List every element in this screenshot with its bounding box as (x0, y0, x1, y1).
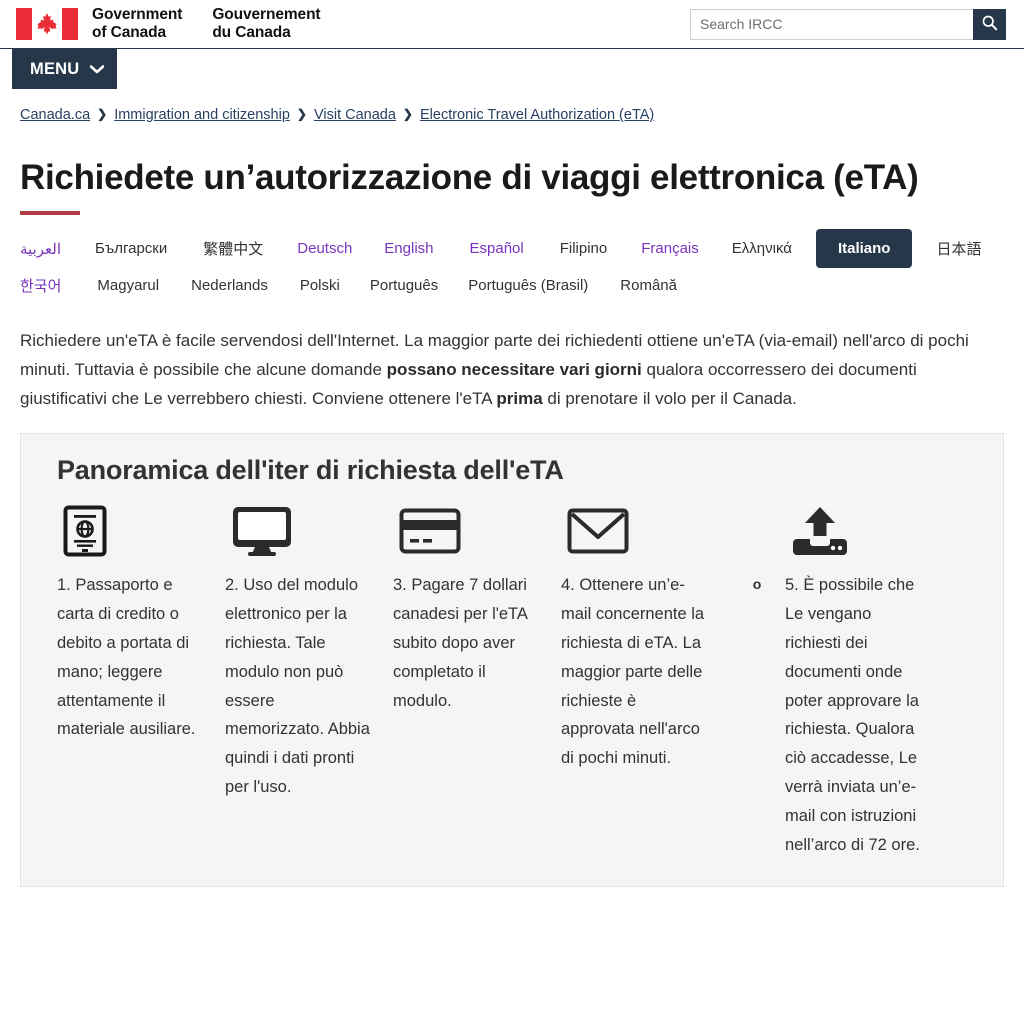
title-underline-rule (20, 211, 80, 215)
eta-process-overview-panel: Panoramica dell'iter di richiesta dell'e… (20, 432, 1004, 887)
monitor-icon (225, 498, 393, 564)
language-selector: العربية Български 繁體中文 Deutsch English Españo… (20, 229, 1024, 302)
overview-title: Panoramica dell'iter di richiesta dell'e… (57, 454, 564, 485)
breadcrumb-item-canada-ca[interactable]: Canada.ca (20, 108, 90, 123)
overview-step-5: 5. È possibile che Le vengano richiesti … (785, 498, 953, 860)
overview-step-2: 2. Uso del modulo elettronico per la ric… (225, 498, 393, 802)
breadcrumb-separator-icon: ❯ (296, 107, 307, 122)
language-link-rom-n[interactable]: Română (620, 277, 677, 294)
search-button[interactable] (973, 8, 1006, 40)
upload-icon (785, 498, 953, 564)
search-icon (981, 14, 998, 34)
language-link-espa-ol[interactable]: Español (470, 240, 524, 257)
language-link-lang[interactable]: العربية (20, 240, 61, 258)
search-input[interactable] (690, 8, 973, 40)
language-row-2: 한국어 Magyarul Nederlands Polski Português Port… (20, 268, 1024, 302)
global-header: Government of Canada Gouvernement du Can… (0, 0, 1024, 48)
canada-flag-icon (16, 8, 78, 40)
language-link-lang[interactable]: Български (95, 240, 167, 257)
language-link-lang[interactable]: Ελληνικά (732, 240, 792, 257)
overview-step-3: 3. Pagare 7 dollari canadesi per l'eTA s… (393, 498, 561, 715)
wordmark-english: Government of Canada (92, 5, 183, 41)
wordmark-french: Gouvernement du Canada (212, 5, 321, 41)
chevron-down-icon (90, 64, 105, 74)
breadcrumb-item-visit-canada[interactable]: Visit Canada (314, 108, 396, 123)
language-link-lang[interactable]: 繁體中文 (203, 238, 263, 259)
menu-label: MENU (30, 59, 80, 78)
language-link-portugu-s-brasil[interactable]: Português (Brasil) (468, 277, 588, 294)
main-menu-bar: MENU (0, 48, 1024, 92)
language-link-english[interactable]: English (384, 240, 433, 257)
menu-button[interactable]: MENU (12, 49, 117, 89)
passport-icon (57, 498, 225, 564)
overview-step-4: 4. Ottenere un’e-mail concernente la ric… (561, 498, 729, 773)
steps-or-separator: o (752, 576, 762, 593)
language-link-polski[interactable]: Polski (300, 277, 340, 294)
overview-step-1-text: 1. Passaporto e carta di credito o debit… (57, 576, 196, 739)
breadcrumb-item-immigration-and-citizenship[interactable]: Immigration and citizenship (114, 108, 290, 123)
intro-bold-2: prima (496, 389, 543, 409)
language-link-nederlands[interactable]: Nederlands (191, 277, 268, 294)
breadcrumb-separator-icon: ❯ (97, 107, 108, 122)
language-link-lang[interactable]: 日本語 (936, 238, 981, 259)
language-link-deutsch[interactable]: Deutsch (297, 240, 352, 257)
overview-step-4-text: 4. Ottenere un’e-mail concernente la ric… (561, 576, 705, 768)
language-link-portugu-s[interactable]: Português (370, 277, 438, 294)
breadcrumb-item-eta[interactable]: Electronic Travel Authorization (eTA) (420, 108, 654, 123)
language-link-filipino[interactable]: Filipino (560, 240, 608, 257)
language-link-magyarul[interactable]: Magyarul (97, 277, 159, 294)
language-link-lang[interactable]: 한국어 (20, 275, 61, 296)
overview-step-5-text: 5. È possibile che Le vengano richiesti … (785, 576, 920, 854)
breadcrumb: Canada.ca ❯ Immigration and citizenship … (0, 92, 1024, 123)
overview-step-1: 1. Passaporto e carta di credito o debit… (57, 498, 225, 744)
government-of-canada-brand: Government of Canada Gouvernement du Can… (16, 6, 321, 43)
overview-step-2-text: 2. Uso del modulo elettronico per la ric… (225, 576, 370, 797)
language-link-fran-ais[interactable]: Français (641, 240, 699, 257)
envelope-icon (561, 498, 729, 564)
overview-step-3-text: 3. Pagare 7 dollari canadesi per l'eTA s… (393, 576, 528, 710)
language-link-active-italiano[interactable]: Italiano (815, 229, 913, 268)
site-search (690, 8, 1006, 40)
language-row-1: العربية Български 繁體中文 Deutsch English Españo… (20, 229, 1024, 268)
breadcrumb-separator-icon: ❯ (402, 107, 413, 122)
credit-card-icon (393, 498, 561, 564)
overview-steps: 1. Passaporto e carta di credito o debit… (39, 498, 985, 860)
intro-text-part-3: di prenotare il volo per il Canada. (542, 389, 797, 409)
intro-paragraph: Richiedere un'eTA è facile servendosi de… (20, 326, 1004, 414)
intro-bold-1: possano necessitare vari giorni (386, 360, 642, 380)
page-title: Richiedete un’autorizzazione di viaggi e… (20, 157, 919, 197)
